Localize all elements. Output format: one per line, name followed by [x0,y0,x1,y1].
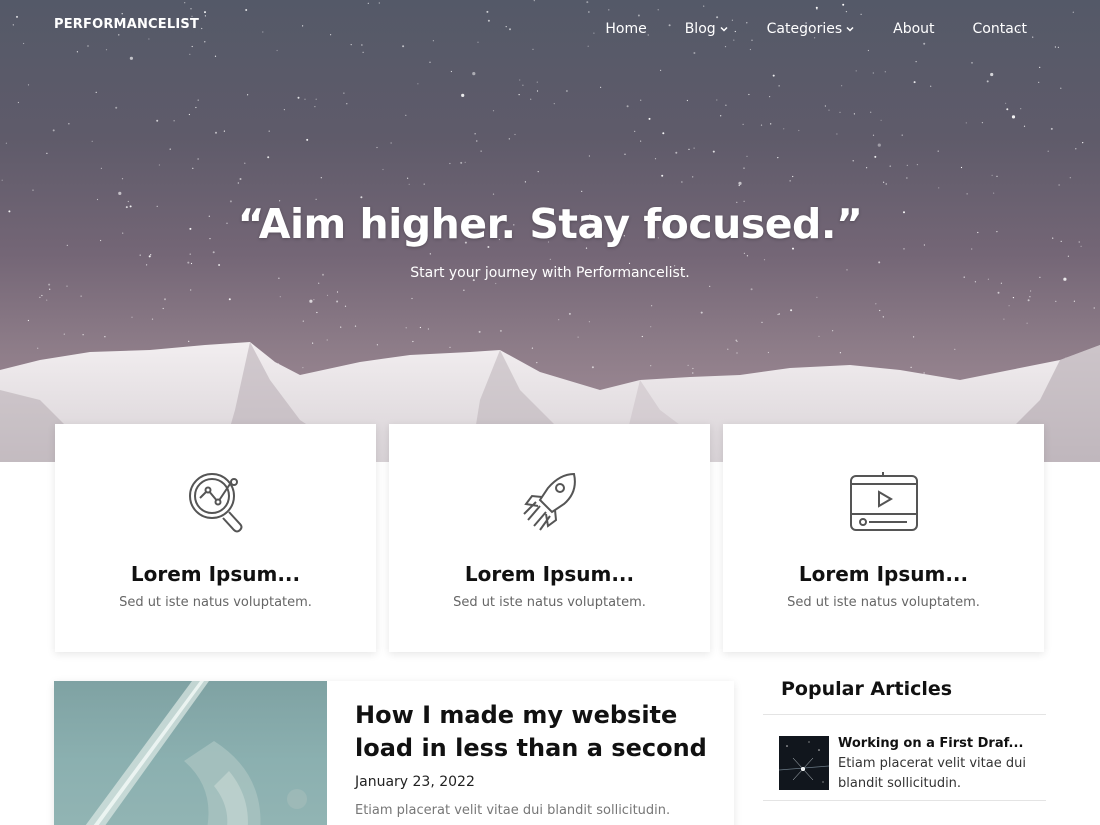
video-player-icon [849,472,918,531]
article-thumbnail[interactable] [779,736,829,790]
post-date: January 23, 2022 [355,774,475,790]
site-logo[interactable]: PERFORMANCELIST [54,17,199,32]
feature-card-2[interactable]: Lorem Ipsum... Sed ut iste natus volupta… [389,424,710,652]
hero-banner: PERFORMANCELIST Home Blog Categories Abo… [0,0,1100,462]
divider [763,714,1046,715]
nav-about-label: About [893,21,935,37]
hero-subtitle: Start your journey with Performancelist. [410,265,690,281]
nav-home[interactable]: Home [605,21,646,37]
hero-title: “Aim higher. Stay focused.” [237,200,863,248]
feature-title: Lorem Ipsum... [798,562,969,586]
main-nav: Home Blog Categories About Contact [605,21,1027,37]
nav-blog-label: Blog [684,21,716,37]
feature-text: Sed ut iste natus voluptatem. [119,595,312,610]
feature-card-3[interactable]: Lorem Ipsum... Sed ut iste natus volupta… [723,424,1044,652]
chevron-down-icon [720,26,728,32]
sidebar-title: Popular Articles [781,678,953,700]
article-title[interactable]: Working on a First Draf... [838,736,1023,751]
post-excerpt: Etiam placerat velit vitae dui blandit s… [355,803,671,818]
divider [763,800,1046,801]
nav-home-label: Home [605,21,647,37]
feature-title: Lorem Ipsum... [464,562,635,586]
analytics-search-icon [188,473,242,533]
post-thumbnail[interactable] [54,681,327,825]
nav-contact[interactable]: Contact [973,21,1027,37]
nav-blog[interactable]: Blog [685,21,729,37]
feature-text: Sed ut iste natus voluptatem. [453,595,646,610]
nav-categories-label: Categories [766,21,843,37]
rocket-icon [522,472,576,531]
article-excerpt: Etiam placerat velit vitae dui blandit s… [838,756,1026,791]
post-title[interactable]: How I made my website load in less than … [355,699,715,765]
chevron-down-icon [846,26,854,32]
nav-categories[interactable]: Categories [767,21,855,37]
feature-title: Lorem Ipsum... [130,562,301,586]
popular-article-item[interactable]: Working on a First Draf... Etiam placera… [779,736,1049,792]
feature-card-1[interactable]: Lorem Ipsum... Sed ut iste natus volupta… [55,424,376,652]
feature-text: Sed ut iste natus voluptatem. [787,595,980,610]
nav-about[interactable]: About [893,21,934,37]
nav-contact-label: Contact [972,21,1027,37]
blog-post-card[interactable]: How I made my website load in less than … [54,681,734,825]
